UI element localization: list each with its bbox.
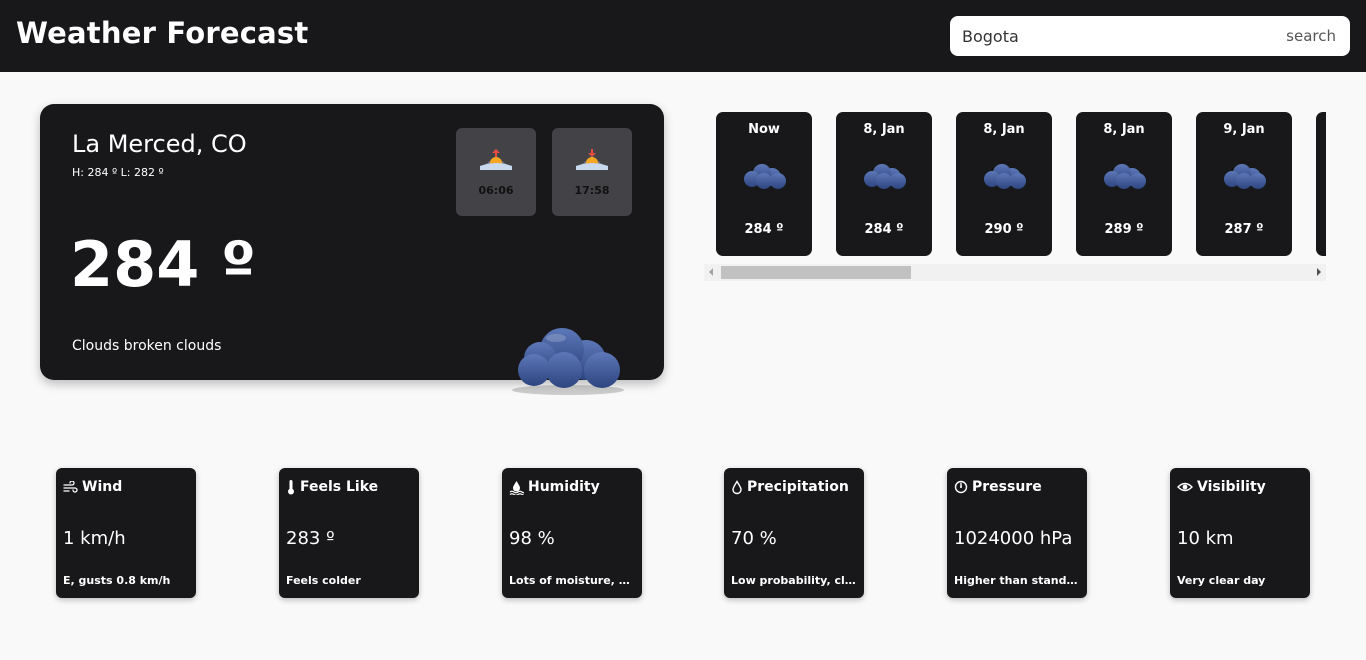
broken-clouds-icon	[1104, 164, 1146, 189]
metric-value: 10 km	[1177, 528, 1234, 549]
metric-value: 98 %	[509, 528, 555, 549]
thermometer-icon	[288, 480, 294, 495]
sunset-icon	[576, 149, 608, 170]
metric-value: 1 km/h	[63, 528, 126, 549]
sunset-tile: 17:58	[552, 128, 632, 216]
scroll-thumb[interactable]	[721, 266, 911, 279]
forecast-time: 9, Jan	[1223, 122, 1265, 137]
top-bar: Weather Forecast search	[0, 0, 1366, 72]
wind-icon	[63, 480, 78, 493]
sunset-time: 17:58	[574, 184, 610, 197]
forecast-temperature: 289 º	[1104, 222, 1144, 237]
forecast-temperature: 290 º	[984, 222, 1024, 237]
forecast-temperature: 287 º	[1224, 222, 1264, 237]
forecast-card: 8, Jan 284 º	[836, 112, 932, 256]
forecast-card: 8, Jan 290 º	[956, 112, 1052, 256]
hourly-forecast-strip[interactable]: Now 284 º 8, Jan 284 º 8, Jan 290 º 8, J…	[716, 112, 1326, 258]
forecast-temperature: 284 º	[864, 222, 904, 237]
search-button[interactable]: search	[1286, 24, 1336, 48]
forecast-temperature: 284 º	[744, 222, 784, 237]
metric-note: Very clear day	[1177, 574, 1266, 587]
metric-note: Low probability, clear sky	[731, 574, 859, 587]
metric-note: Higher than standard pressure	[954, 574, 1082, 587]
sunrise-tile: 06:06	[456, 128, 536, 216]
metric-value: 283 º	[286, 528, 335, 549]
search-input[interactable]	[962, 24, 1252, 48]
metric-card-humidity: Humidity 98 % Lots of moisture, uncomfor…	[502, 468, 642, 598]
sunrise-time: 06:06	[478, 184, 514, 197]
scroll-right-arrow-icon[interactable]	[1317, 268, 1321, 276]
high-low-temperature: H: 284 º L: 282 º	[72, 166, 164, 179]
metric-value: 70 %	[731, 528, 777, 549]
forecast-time: 8, Jan	[1103, 122, 1145, 137]
metric-title: Visibility	[1197, 479, 1266, 495]
droplet-icon	[732, 479, 742, 494]
metric-card-feels-like: Feels Like 283 º Feels colder	[279, 468, 419, 598]
current-temperature: 284 º	[70, 228, 256, 301]
metric-card-pressure: Pressure 1024000 hPa Higher than standar…	[947, 468, 1087, 598]
forecast-card: 8, Jan 289 º	[1076, 112, 1172, 256]
forecast-time: 8, Jan	[863, 122, 905, 137]
sunrise-icon	[480, 149, 512, 170]
metric-card-precipitation: Precipitation 70 % Low probability, clea…	[724, 468, 864, 598]
metric-title: Humidity	[528, 479, 600, 495]
metric-title: Feels Like	[300, 479, 379, 495]
metric-title: Wind	[82, 479, 123, 495]
forecast-scrollbar[interactable]	[704, 264, 1326, 281]
scroll-left-arrow-icon[interactable]	[709, 268, 713, 276]
broken-clouds-icon	[864, 164, 906, 189]
broken-clouds-icon	[512, 328, 624, 395]
search-box: search	[950, 16, 1350, 56]
app-title: Weather Forecast	[16, 16, 309, 50]
broken-clouds-icon	[744, 164, 786, 189]
forecast-card: Now 284 º	[716, 112, 812, 256]
forecast-time: 8, Jan	[983, 122, 1025, 137]
metric-card-visibility: Visibility 10 km Very clear day	[1170, 468, 1310, 598]
metric-card-wind: Wind 1 km/h E, gusts 0.8 km/h	[56, 468, 196, 598]
metric-title: Pressure	[972, 479, 1042, 495]
forecast-card: 9, Jan 287 º	[1196, 112, 1292, 256]
broken-clouds-icon	[984, 164, 1026, 189]
metric-note: Lots of moisture, uncomfortable	[509, 574, 637, 587]
broken-clouds-icon	[1224, 164, 1266, 189]
humidity-icon	[509, 480, 524, 495]
metric-title: Precipitation	[747, 479, 849, 495]
metric-note: E, gusts 0.8 km/h	[63, 574, 171, 587]
metric-note: Feels colder	[286, 574, 361, 587]
forecast-time: Now	[748, 122, 780, 137]
metric-value: 1024000 hPa	[954, 528, 1073, 549]
eye-icon	[1177, 482, 1193, 492]
weather-description: Clouds broken clouds	[72, 338, 222, 354]
location-name: La Merced, CO	[72, 130, 247, 158]
gauge-icon	[954, 480, 968, 494]
forecast-card-partial	[1316, 112, 1326, 256]
